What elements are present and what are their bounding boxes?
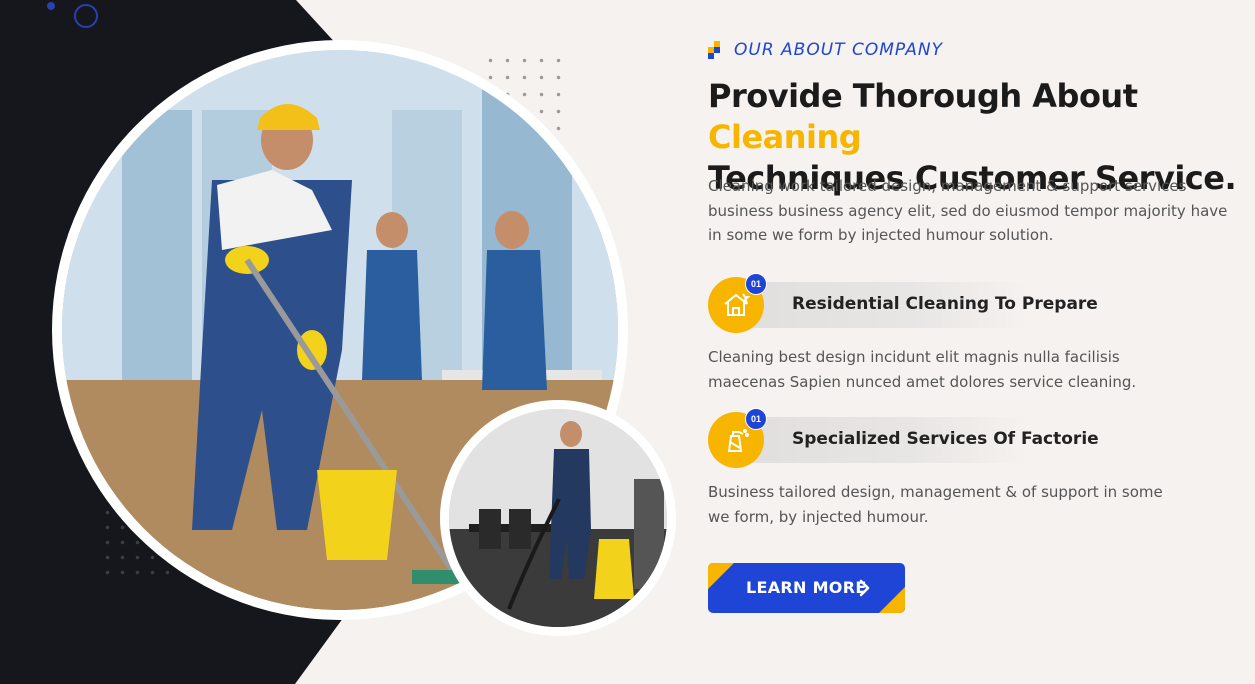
feature-residential-cleaning: 01 Residential Cleaning To Prepare — [708, 273, 1098, 333]
feature-description: Business tailored design, management & o… — [708, 483, 1163, 526]
feature-title: Residential Cleaning To Prepare — [792, 294, 1098, 314]
feature-number-badge: 01 — [745, 273, 767, 295]
learn-more-label: LEARN MORE — [746, 578, 867, 597]
feature-title: Specialized Services Of Factorie — [792, 429, 1099, 449]
subtitle-text: OUR ABOUT COMPANY — [734, 40, 943, 60]
decorative-dot — [47, 2, 55, 10]
feature-number-badge: 01 — [745, 408, 767, 430]
office-cleaning-photo — [440, 400, 676, 636]
learn-more-button[interactable]: LEARN MORE — [708, 563, 905, 613]
title-text: Provide Thorough About — [708, 77, 1138, 115]
title-highlight: Cleaning — [708, 118, 862, 156]
feature-specialized-services: 01 Specialized Services Of Factorie — [708, 408, 1099, 468]
squares-icon — [708, 41, 722, 59]
decorative-ring — [74, 4, 98, 28]
feature-description: Cleaning best design incidunt elit magni… — [708, 348, 1137, 391]
intro-description: Cleaning work tailored design, managemen… — [708, 177, 1228, 244]
section-subtitle: OUR ABOUT COMPANY — [708, 40, 943, 60]
chevron-right-icon — [858, 579, 870, 601]
